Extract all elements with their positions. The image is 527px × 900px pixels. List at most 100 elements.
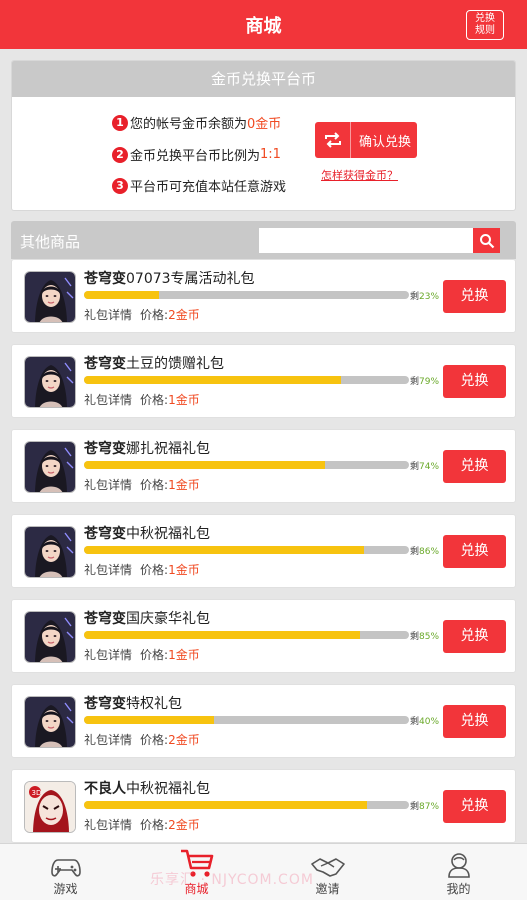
- package-name: 中秋祝福礼包: [126, 781, 210, 797]
- tab-invite[interactable]: 邀请: [262, 844, 393, 900]
- bottom-tab-bar: 游戏 商城 邀请 我的: [0, 843, 527, 900]
- remaining-percent: 剩40%: [410, 714, 439, 727]
- stock-progress-fill: [84, 716, 214, 724]
- step-number-3: 3: [112, 177, 128, 194]
- package-details-link[interactable]: 礼包详情: [84, 818, 132, 832]
- handshake-icon: [262, 844, 393, 878]
- package-details-link[interactable]: 礼包详情: [84, 478, 132, 492]
- package-name: 特权礼包: [126, 696, 182, 712]
- tab-store[interactable]: 商城: [131, 844, 262, 900]
- balance-line: 1 您的帐号金币余额为 0金币: [112, 113, 281, 132]
- redeem-button[interactable]: 兑换: [443, 280, 506, 313]
- how-to-get-coins-link[interactable]: 怎样获得金币？: [321, 167, 398, 183]
- game-name: 苍穹变: [84, 271, 126, 287]
- game-thumbnail: [24, 271, 76, 323]
- product-item: 苍穹变国庆豪华礼包 剩85% 礼包详情 价格:1金币 兑换: [11, 599, 516, 673]
- product-search-input[interactable]: [259, 228, 473, 253]
- search-button[interactable]: [473, 228, 500, 253]
- step-number-2: 2: [112, 146, 128, 163]
- price-label: 价格:: [140, 563, 169, 577]
- ratio-line: 2 金币兑换平台币比例为 1:1: [112, 145, 281, 164]
- game-name: 不良人: [84, 781, 126, 797]
- tab-store-label: 商城: [184, 882, 209, 896]
- remaining-value: 23%: [419, 292, 440, 302]
- package-details-link[interactable]: 礼包详情: [84, 733, 132, 747]
- step-number-1: 1: [112, 114, 128, 131]
- product-item: 苍穹变中秋祝福礼包 剩86% 礼包详情 价格:1金币 兑换: [11, 514, 516, 588]
- remaining-label: 剩: [410, 292, 420, 302]
- package-details-link[interactable]: 礼包详情: [84, 648, 132, 662]
- stock-progress-fill: [84, 461, 325, 469]
- product-name: 苍穹变国庆豪华礼包: [84, 608, 210, 628]
- stock-progress-fill: [84, 291, 159, 299]
- game-name: 苍穹变: [84, 441, 126, 457]
- redeem-button[interactable]: 兑换: [443, 450, 506, 483]
- confirm-exchange-label: 确认兑换: [359, 134, 412, 150]
- game-thumbnail: 3D: [24, 781, 76, 833]
- top-bar: 商城 兑换 规则: [0, 0, 527, 49]
- other-products-title: 其他商品: [20, 233, 81, 251]
- price-label: 价格:: [140, 648, 169, 662]
- price-label: 价格:: [140, 478, 169, 492]
- other-products-header: 其他商品: [11, 221, 516, 259]
- balance-text: 您的帐号金币余额为: [130, 117, 248, 132]
- stock-progress-fill: [84, 376, 341, 384]
- exchange-rules-button[interactable]: 兑换 规则: [466, 10, 504, 40]
- remaining-percent: 剩87%: [410, 799, 439, 812]
- game-thumbnail: [24, 356, 76, 408]
- confirm-exchange-button[interactable]: 确认兑换: [315, 122, 417, 158]
- price-value: 2金币: [168, 818, 200, 832]
- package-name: 土豆的馈赠礼包: [126, 356, 224, 372]
- search-icon: [479, 233, 494, 248]
- price-label: 价格:: [140, 818, 169, 832]
- package-details-link[interactable]: 礼包详情: [84, 393, 132, 407]
- product-item: 苍穹变07073专属活动礼包剩23% 礼包详情 价格:2金币 兑换: [11, 259, 516, 333]
- remaining-percent: 剩74%: [410, 459, 439, 472]
- remaining-label: 剩: [410, 462, 420, 472]
- product-name: 不良人中秋祝福礼包: [84, 778, 210, 798]
- package-name: 07073专属活动礼包: [126, 271, 255, 287]
- exchange-card-title: 金币兑换平台币: [12, 61, 515, 97]
- product-meta: 礼包详情 价格:2金币: [84, 306, 200, 323]
- product-meta: 礼包详情 价格:1金币: [84, 476, 200, 493]
- usage-text: 平台币可充值本站任意游戏: [130, 180, 287, 195]
- price-label: 价格:: [140, 308, 169, 322]
- remaining-value: 85%: [419, 632, 440, 642]
- remaining-value: 86%: [419, 547, 440, 557]
- tab-games-label: 游戏: [53, 882, 78, 896]
- product-item: 苍穹变土豆的馈赠礼包 剩79% 礼包详情 价格:1金币 兑换: [11, 344, 516, 418]
- product-name: 苍穹变中秋祝福礼包: [84, 523, 210, 543]
- redeem-button[interactable]: 兑换: [443, 620, 506, 653]
- remaining-percent: 剩86%: [410, 544, 439, 557]
- stock-progress-bar: [84, 546, 409, 554]
- remaining-label: 剩: [410, 802, 420, 812]
- ratio-value: 1:1: [260, 147, 281, 162]
- tab-games[interactable]: 游戏: [0, 844, 131, 900]
- package-name: 国庆豪华礼包: [126, 611, 210, 627]
- package-name: 中秋祝福礼包: [126, 526, 210, 542]
- package-details-link[interactable]: 礼包详情: [84, 308, 132, 322]
- redeem-button[interactable]: 兑换: [443, 790, 506, 823]
- tab-mine[interactable]: 我的: [393, 844, 524, 900]
- page-title: 商城: [245, 16, 282, 37]
- usage-line: 3 平台币可充值本站任意游戏: [112, 176, 286, 195]
- game-name: 苍穹变: [84, 611, 126, 627]
- cart-icon: [131, 844, 262, 878]
- price-value: 1金币: [168, 478, 200, 492]
- product-item: 苍穹变特权礼包 剩40% 礼包详情 价格:2金币 兑换: [11, 684, 516, 758]
- package-details-link[interactable]: 礼包详情: [84, 563, 132, 577]
- product-name: 苍穹变特权礼包: [84, 693, 182, 713]
- stock-progress-bar: [84, 631, 409, 639]
- redeem-button[interactable]: 兑换: [443, 535, 506, 568]
- game-thumbnail: [24, 696, 76, 748]
- remaining-percent: 剩85%: [410, 629, 439, 642]
- redeem-button[interactable]: 兑换: [443, 365, 506, 398]
- product-name: 苍穹变娜扎祝福礼包: [84, 438, 210, 458]
- remaining-label: 剩: [410, 632, 420, 642]
- remaining-value: 74%: [419, 462, 440, 472]
- exchange-arrows-icon: [315, 122, 351, 158]
- redeem-button[interactable]: 兑换: [443, 705, 506, 738]
- gamepad-icon: [0, 844, 131, 878]
- svg-text:3D: 3D: [32, 789, 42, 797]
- remaining-value: 40%: [419, 717, 440, 727]
